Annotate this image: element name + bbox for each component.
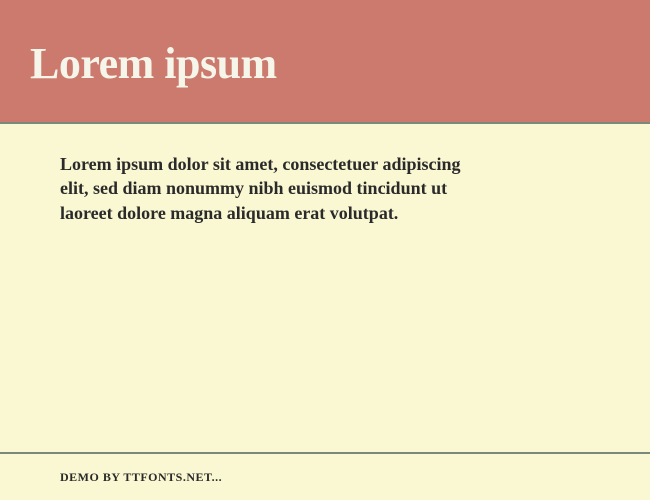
header-bar: Lorem ipsum (0, 0, 650, 122)
page-title: Lorem ipsum (30, 38, 277, 89)
content-area: Lorem ipsum dolor sit amet, consectetuer… (0, 122, 650, 454)
footer-area: DEMO BY TTFONTS.NET... (0, 454, 650, 500)
footer-credit: DEMO BY TTFONTS.NET... (60, 470, 590, 485)
body-text: Lorem ipsum dolor sit amet, consectetuer… (60, 152, 480, 225)
